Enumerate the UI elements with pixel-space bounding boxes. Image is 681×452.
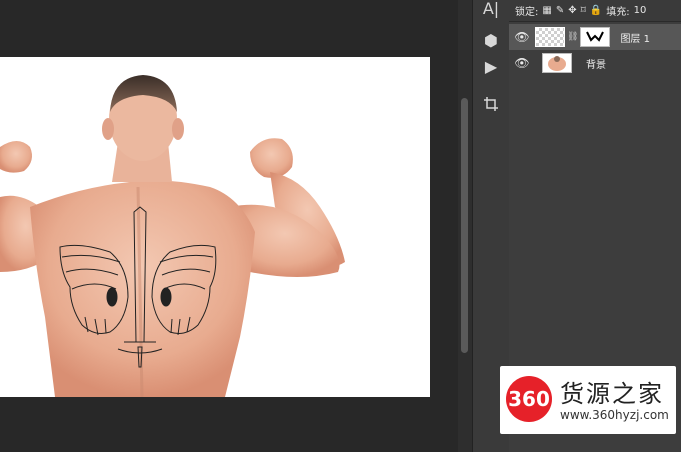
layer-row-background[interactable]: 👁 背景: [509, 50, 681, 76]
lock-all-icon[interactable]: 🔒: [590, 5, 602, 16]
canvas-area[interactable]: [0, 0, 458, 452]
visibility-eye-icon[interactable]: 👁: [509, 30, 535, 44]
visibility-eye-icon[interactable]: 👁: [509, 56, 535, 70]
3d-tool-icon[interactable]: ⬢: [477, 26, 505, 54]
lock-paint-icon[interactable]: ✎: [556, 5, 564, 16]
watermark-url: www.360hyzj.com: [560, 408, 669, 422]
lock-transparent-icon[interactable]: ▦: [542, 5, 551, 16]
fill-value[interactable]: 10: [634, 5, 647, 16]
fill-label: 填充:: [606, 7, 630, 18]
crop-icon[interactable]: [477, 90, 505, 118]
document-canvas[interactable]: [0, 57, 430, 397]
character-tool-icon[interactable]: A|: [477, 0, 505, 22]
scrollbar-thumb[interactable]: [461, 98, 468, 353]
layer-row-layer1[interactable]: 👁 ⛓ 图层 1: [509, 24, 681, 50]
layer-mask-thumbnail[interactable]: [580, 27, 611, 47]
lock-move-icon[interactable]: ✥: [568, 5, 576, 16]
lock-label: 锁定:: [515, 7, 539, 18]
lock-bar: 锁定: ▦ ✎ ✥ ⌑ 🔒 填充: 10: [509, 0, 681, 22]
layer-thumbnail: [542, 53, 572, 73]
crop-svg: [484, 97, 498, 111]
lock-artboard-icon[interactable]: ⌑: [581, 5, 586, 16]
link-chain-icon: ⛓: [567, 32, 579, 42]
layer-name[interactable]: 图层 1: [620, 30, 650, 45]
watermark-title: 货源之家: [560, 380, 664, 408]
watermark-logo: 360: [506, 376, 552, 422]
character-tool-glyph: A|: [482, 0, 500, 18]
play-glyph: ▶: [484, 56, 498, 76]
tattoo-back-photo: [0, 75, 345, 397]
site-watermark: 360 货源之家 www.360hyzj.com: [500, 366, 676, 434]
play-icon[interactable]: ▶: [477, 52, 505, 80]
3d-tool-glyph: ⬢: [484, 30, 498, 50]
layer-name[interactable]: 背景: [586, 56, 606, 71]
layer-thumbnail: [535, 27, 565, 47]
